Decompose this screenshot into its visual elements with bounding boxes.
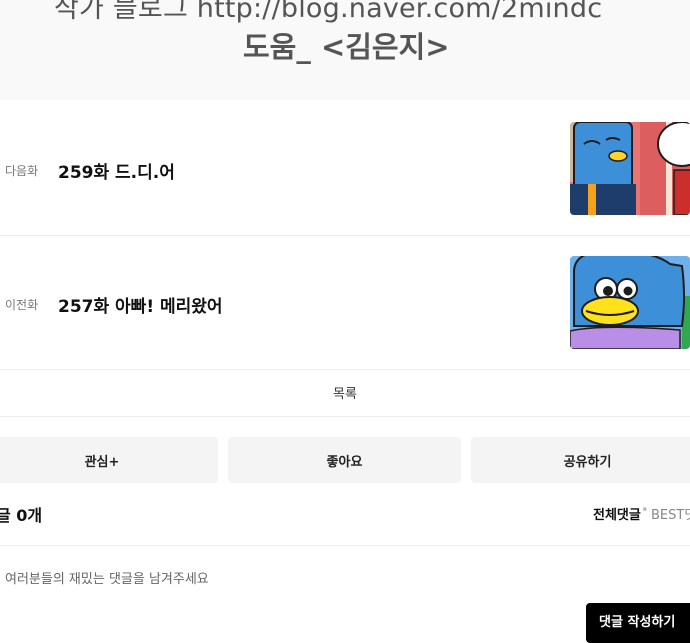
author-blog-credit: 작가 블로그 http://blog.naver.com/2mindc <box>54 0 603 24</box>
submit-comment-button[interactable]: 댓글 작성하기 <box>586 603 690 643</box>
comment-input[interactable] <box>5 568 565 590</box>
next-episode-thumbnail-image <box>570 122 690 215</box>
sort-best-comments-tab[interactable]: BEST댓 <box>651 504 690 523</box>
list-button[interactable]: 목록 <box>0 369 690 416</box>
sort-separator: • <box>641 503 649 518</box>
sort-all-comments-tab[interactable]: 전체댓글 <box>593 504 641 523</box>
author-credit-area: 작가 블로그 http://blog.naver.com/2mindc 도움_ … <box>0 0 690 100</box>
next-episode-tag: 다음화 <box>5 164 39 178</box>
interest-button[interactable]: 관심+ <box>0 437 218 483</box>
next-episode-link[interactable]: 다음화 259화 드.디.어 <box>0 101 690 236</box>
comment-count: 글 0개 <box>0 506 43 525</box>
assistant-credit: 도움_ <김은지> <box>243 30 450 64</box>
previous-episode-tag: 이전화 <box>5 298 39 312</box>
next-episode-thumbnail[interactable] <box>570 122 690 215</box>
like-button[interactable]: 좋아요 <box>228 437 461 483</box>
previous-episode-title: 257화 아빠! 메리왔어 <box>58 297 223 317</box>
share-button[interactable]: 공유하기 <box>471 437 690 483</box>
previous-episode-thumbnail[interactable] <box>570 256 690 349</box>
list-row: 목록 <box>0 369 690 417</box>
previous-episode-thumbnail-image <box>570 256 690 349</box>
comment-divider <box>0 545 690 546</box>
previous-episode-link[interactable]: 이전화 257화 아빠! 메리왔어 <box>0 235 690 370</box>
next-episode-title: 259화 드.디.어 <box>58 163 175 183</box>
